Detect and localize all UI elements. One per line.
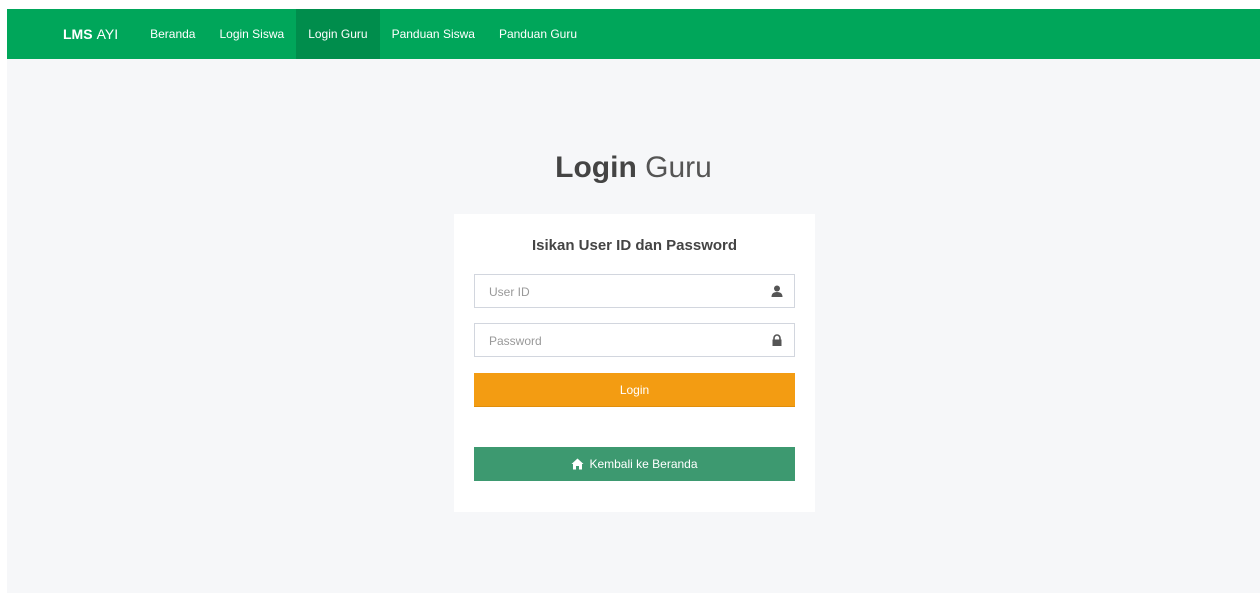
page: LMS AYI Beranda Login Siswa Login Guru Pa…: [7, 9, 1260, 593]
brand-bold: LMS: [63, 26, 93, 42]
page-title-light: Guru: [645, 151, 712, 184]
password-field: [474, 323, 795, 357]
login-button[interactable]: Login: [474, 373, 795, 407]
top-navbar: LMS AYI Beranda Login Siswa Login Guru Pa…: [7, 9, 1260, 59]
nav-item-panduan-siswa[interactable]: Panduan Siswa: [380, 9, 487, 59]
back-to-home-label: Kembali ke Beranda: [589, 457, 698, 471]
brand-logo[interactable]: LMS AYI: [7, 9, 138, 59]
nav-item-login-guru[interactable]: Login Guru: [296, 9, 380, 59]
login-button-label: Login: [619, 382, 650, 397]
nav-item-panduan-guru[interactable]: Panduan Guru: [487, 9, 589, 59]
user-id-field: [474, 274, 795, 308]
login-box: Isikan User ID dan Password Login Kembal…: [454, 214, 815, 512]
back-to-home-button[interactable]: Kembali ke Beranda: [474, 447, 795, 481]
page-title-bold: Login: [555, 151, 637, 184]
user-id-input[interactable]: [487, 276, 761, 308]
login-box-message: Isikan User ID dan Password: [531, 237, 738, 254]
home-icon: [571, 458, 584, 470]
page-title: Login Guru: [7, 151, 1260, 185]
password-input[interactable]: [487, 325, 761, 357]
nav-item-beranda[interactable]: Beranda: [138, 9, 207, 59]
user-icon: [771, 285, 783, 297]
brand-light: AYI: [96, 26, 119, 42]
nav-item-login-siswa[interactable]: Login Siswa: [207, 9, 296, 59]
lock-icon: [772, 334, 782, 346]
